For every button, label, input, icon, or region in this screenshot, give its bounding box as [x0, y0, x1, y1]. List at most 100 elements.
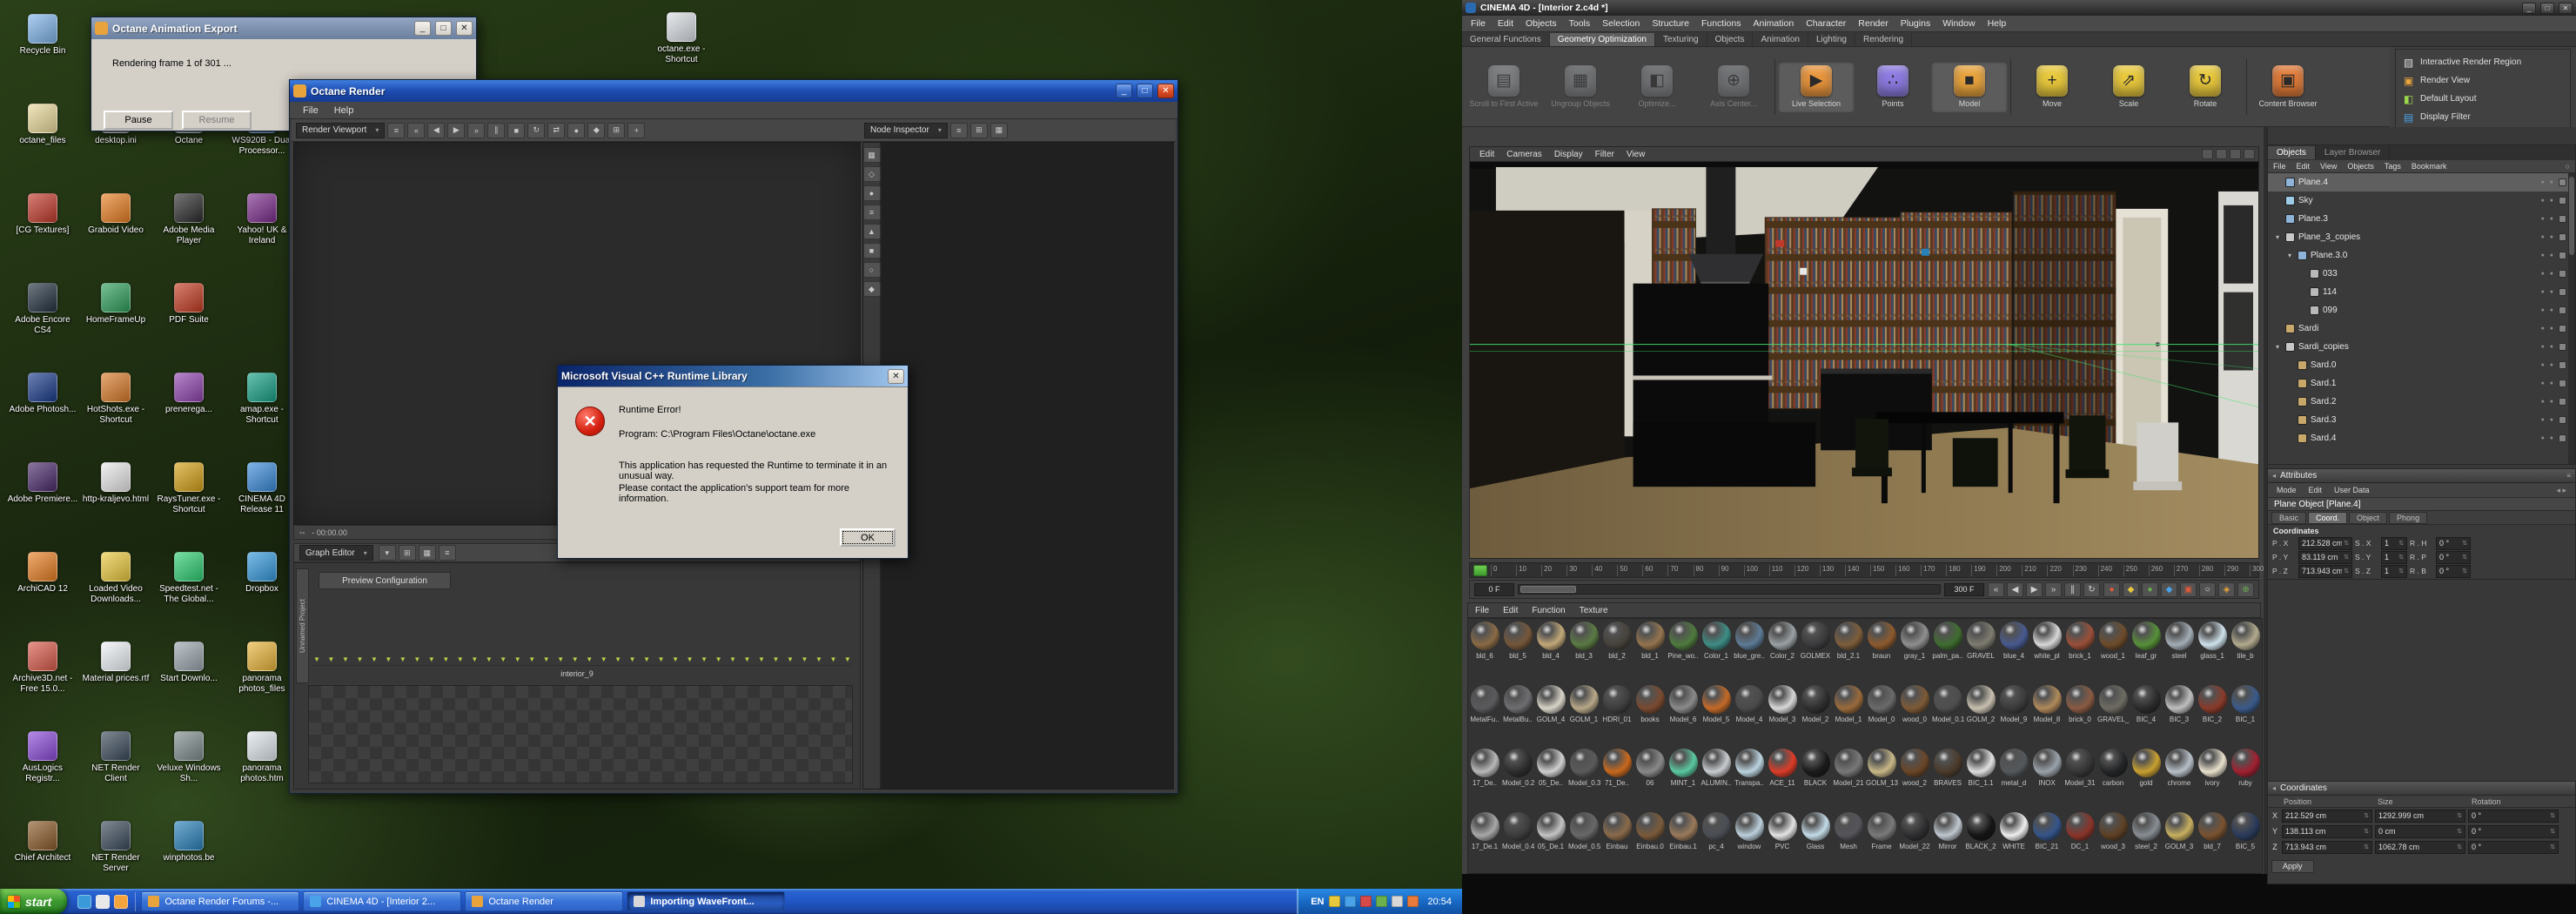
- playback-button[interactable]: ∥: [2064, 581, 2081, 597]
- object-tree-item[interactable]: 114 ● ●: [2268, 283, 2568, 301]
- keyframe-marker[interactable]: ▼: [500, 655, 506, 663]
- slider-handle[interactable]: [1520, 586, 1576, 593]
- node-graph-canvas[interactable]: [308, 685, 853, 783]
- materials-menu-item[interactable]: Edit: [1496, 605, 1525, 616]
- material-swatch[interactable]: ivory: [2196, 746, 2229, 810]
- material-swatch[interactable]: BIC_2: [2196, 682, 2229, 746]
- object-tag[interactable]: [2559, 416, 2566, 424]
- keyframe-marker[interactable]: ▼: [557, 655, 564, 663]
- ok-button[interactable]: OK: [840, 528, 896, 547]
- desktop-icon[interactable]: Adobe Premiere...: [7, 462, 78, 505]
- material-swatch[interactable]: GRAVEL_2: [2096, 682, 2130, 746]
- material-swatch[interactable]: bld_2.1: [1832, 619, 1865, 682]
- visibility-dots[interactable]: ● ●: [2541, 234, 2555, 240]
- object-tag[interactable]: [2559, 252, 2566, 259]
- toggle-view-icon[interactable]: [2216, 149, 2227, 159]
- material-swatch[interactable]: Model_0.2: [1501, 746, 1534, 810]
- node-side-icon[interactable]: ▲: [862, 224, 881, 239]
- desktop-icon[interactable]: HomeFrameUp: [80, 283, 151, 326]
- key-button[interactable]: ◆: [2123, 581, 2139, 597]
- viewport-tool-icon[interactable]: ↻: [527, 122, 546, 138]
- material-swatch[interactable]: Model_9: [1997, 682, 2030, 746]
- object-tag[interactable]: [2559, 197, 2566, 205]
- material-swatch[interactable]: carbon: [2096, 746, 2130, 810]
- maximize-button[interactable]: □: [435, 21, 452, 36]
- close-button[interactable]: ✕: [2559, 2, 2573, 14]
- materials-menu-item[interactable]: Function: [1525, 605, 1572, 616]
- keyframe-marker[interactable]: ▼: [773, 655, 780, 663]
- taskbar-task-button[interactable]: CINEMA 4D - [Interior 2...: [303, 891, 462, 911]
- objects-panel-tab[interactable]: Objects: [2268, 146, 2316, 159]
- keyframe-marker[interactable]: ▼: [514, 655, 521, 663]
- desktop-icon[interactable]: Yahoo! UK & Ireland: [226, 193, 298, 245]
- object-tree-item[interactable]: Sard.3 ● ●: [2268, 411, 2568, 429]
- object-tree-item[interactable]: Plane.4 ● ●: [2268, 173, 2568, 192]
- coordinate-field[interactable]: 0 cm ⇅: [2375, 824, 2465, 838]
- materials-menu-item[interactable]: File: [1468, 605, 1496, 616]
- key-button[interactable]: ▣: [2180, 581, 2197, 597]
- node-side-icon[interactable]: ○: [862, 262, 881, 278]
- menu-item[interactable]: Plugins: [1895, 17, 1936, 30]
- desktop-icon[interactable]: Speedtest.net - The Global...: [153, 552, 225, 604]
- menu-item[interactable]: Edit: [1492, 17, 1519, 30]
- coordinate-field[interactable]: 212.529 cm ⇅: [2282, 809, 2372, 823]
- objects-panel-tab[interactable]: Layer Browser: [2316, 146, 2391, 159]
- taskbar-task-button[interactable]: Octane Render: [465, 891, 624, 911]
- stepper[interactable]: ⇅: [2364, 843, 2369, 850]
- material-swatch[interactable]: BIC_1.1: [1964, 746, 1997, 810]
- coordinate-field[interactable]: 1292.999 cm ⇅: [2375, 809, 2465, 823]
- material-swatch[interactable]: steel_2: [2130, 810, 2163, 873]
- keyframe-marker[interactable]: ▼: [371, 655, 378, 663]
- material-swatch[interactable]: blue_4: [1997, 619, 2030, 682]
- object-tree-item[interactable]: ▾ Plane.3.0 ● ●: [2268, 246, 2568, 265]
- viewport-tool-icon[interactable]: ◀: [427, 122, 446, 138]
- attributes-tab[interactable]: Coord.: [2308, 511, 2348, 524]
- toolbar-rotate[interactable]: ↻ Rotate: [2167, 61, 2244, 112]
- object-tree-item[interactable]: ▾ Plane_3_copies ● ●: [2268, 228, 2568, 246]
- stepper[interactable]: ⇅: [2344, 540, 2349, 547]
- expand-toggle[interactable]: ▾: [2273, 233, 2282, 241]
- desktop-icon[interactable]: ArchiCAD 12: [7, 552, 78, 595]
- stepper[interactable]: ⇅: [2550, 812, 2555, 819]
- single-view-icon[interactable]: [2202, 149, 2213, 159]
- viewport-tool-icon[interactable]: ▶: [447, 122, 466, 138]
- taskbar-clock[interactable]: 20:54: [1427, 897, 1452, 907]
- desktop-icon[interactable]: amap.exe - Shortcut: [226, 373, 298, 425]
- keyframe-marker[interactable]: ▼: [844, 655, 851, 663]
- keyframe-marker[interactable]: ▼: [744, 655, 751, 663]
- material-swatch[interactable]: bld_5: [1501, 619, 1534, 682]
- quick-launch-icon[interactable]: [77, 894, 92, 909]
- node-tool-icon[interactable]: ▦: [989, 122, 1008, 138]
- search-icon[interactable]: ○: [2566, 162, 2575, 171]
- object-tree-item[interactable]: Sard.2 ● ●: [2268, 393, 2568, 411]
- stepper[interactable]: ⇅: [2462, 540, 2467, 547]
- desktop-icon[interactable]: Adobe Media Player: [153, 193, 225, 245]
- key-button[interactable]: ◆: [2161, 581, 2177, 597]
- key-button[interactable]: ◈: [2218, 581, 2235, 597]
- menu-item[interactable]: Tools: [1563, 17, 1597, 30]
- objects-menu-item[interactable]: Edit: [2291, 161, 2316, 171]
- stepper[interactable]: ⇅: [2398, 554, 2404, 561]
- material-swatch[interactable]: window: [1733, 810, 1766, 873]
- material-swatch[interactable]: Einbau.1: [1667, 810, 1700, 873]
- desktop-icon[interactable]: Loaded Video Downloads...: [80, 552, 151, 604]
- desktop-icon[interactable]: Adobe Encore CS4: [7, 283, 78, 335]
- tray-icon[interactable]: [1329, 896, 1341, 907]
- visibility-dots[interactable]: ● ●: [2541, 252, 2555, 259]
- coordinate-field[interactable]: 1062.78 cm ⇅: [2375, 840, 2465, 854]
- node-side-icon[interactable]: ≡: [862, 205, 881, 220]
- attribute-value-field[interactable]: 212.528 cm ⇅: [2298, 536, 2352, 550]
- timeline-playhead[interactable]: [1473, 565, 1487, 576]
- toolbar-optimize[interactable]: ◧ Optimize...: [1619, 61, 1695, 112]
- material-swatch[interactable]: Mirror: [1931, 810, 1964, 873]
- visibility-dots[interactable]: ● ●: [2541, 216, 2555, 222]
- stepper[interactable]: ⇅: [2457, 812, 2462, 819]
- scrollbar-thumb[interactable]: [2569, 177, 2574, 255]
- material-swatch[interactable]: wood_1: [2096, 619, 2130, 682]
- coordinate-field[interactable]: 0 ° ⇅: [2468, 824, 2559, 838]
- toolbar-model[interactable]: ■ Model: [1931, 60, 2008, 113]
- desktop-icon[interactable]: octane_files: [7, 104, 78, 146]
- playback-button[interactable]: «: [1988, 581, 2004, 597]
- material-swatch[interactable]: BIC_5: [2229, 810, 2262, 873]
- attribute-value-field[interactable]: 1 ⇅: [2381, 564, 2407, 578]
